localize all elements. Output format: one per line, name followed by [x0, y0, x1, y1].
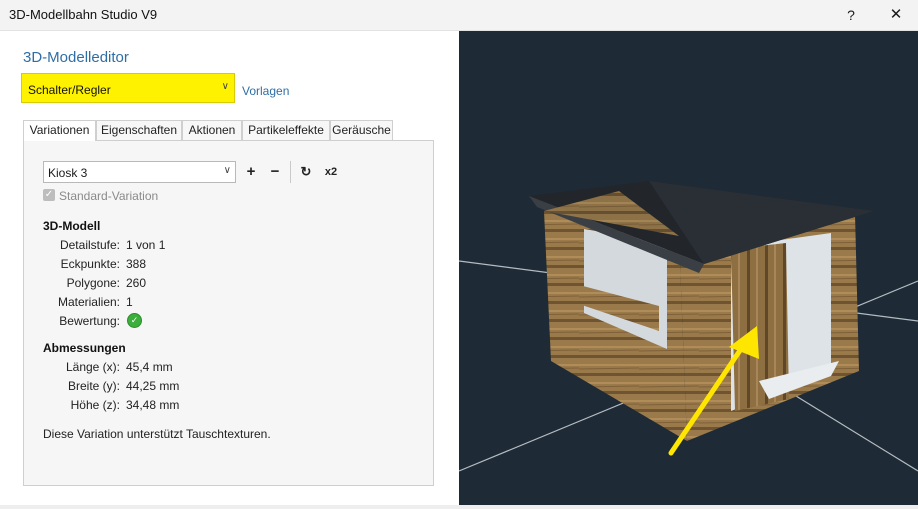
detail-level-value: 1 von 1 — [126, 238, 166, 252]
tab-sounds[interactable]: Geräusche — [330, 120, 393, 140]
category-dropdown[interactable]: Schalter/Regler ∨ — [21, 73, 235, 103]
templates-link[interactable]: Vorlagen — [242, 84, 289, 98]
model-section-title: 3D-Modell — [43, 219, 101, 233]
3d-viewport[interactable] — [458, 31, 918, 505]
check-circle-icon: ✓ — [127, 313, 142, 328]
tab-particle-effects[interactable]: Partikeleffekte — [242, 120, 330, 140]
width-value: 44,25 mm — [126, 379, 180, 393]
polygons-label: Polygone: — [66, 276, 120, 290]
editor-panel: 3D-Modelleditor Schalter/Regler ∨ Vorlag… — [0, 31, 459, 505]
tab-properties[interactable]: Eigenschaften — [96, 120, 182, 140]
height-label: Höhe (z): — [70, 398, 120, 412]
standard-variation-label: Standard-Variation — [59, 189, 159, 203]
duplicate-variation-button[interactable]: x2 — [320, 161, 342, 183]
standard-variation-checkbox[interactable]: ✓ — [43, 189, 55, 201]
polygons-value: 260 — [126, 276, 147, 290]
texture-note: Diese Variation unterstützt Tauschtextur… — [43, 427, 271, 441]
chevron-down-icon: ∨ — [221, 81, 229, 92]
kiosk-3d-model — [458, 181, 918, 472]
editor-heading: 3D-Modelleditor — [23, 49, 129, 66]
window-footer — [0, 505, 918, 509]
refresh-icon[interactable]: ↻ — [295, 161, 317, 183]
close-button[interactable]: ✕ — [882, 3, 910, 27]
height-value: 34,48 mm — [126, 398, 180, 412]
tab-actions[interactable]: Aktionen — [182, 120, 242, 140]
length-value: 45,4 mm — [126, 360, 173, 374]
tab-variations[interactable]: Variationen — [23, 120, 96, 141]
vertices-label: Eckpunkte: — [60, 257, 120, 271]
help-button[interactable]: ? — [838, 3, 864, 27]
dimensions-section-title: Abmessungen — [43, 341, 126, 355]
toolbar-divider — [290, 161, 291, 183]
variation-dropdown[interactable]: Kiosk 3 ∨ — [43, 161, 236, 183]
vertices-value: 388 — [126, 257, 147, 271]
remove-variation-button[interactable]: − — [264, 161, 286, 183]
width-label: Breite (y): — [67, 379, 120, 393]
chevron-down-icon: ∨ — [223, 165, 231, 176]
materials-label: Materialien: — [57, 295, 120, 309]
rating-label: Bewertung: — [59, 314, 120, 328]
variations-panel: Kiosk 3 ∨ + − ↻ x2 ✓ Standard-Variation … — [23, 140, 434, 486]
materials-value: 1 — [126, 295, 133, 309]
detail-level-label: Detailstufe: — [59, 238, 120, 252]
length-label: Länge (x): — [65, 360, 120, 374]
title-bar: 3D-Modellbahn Studio V9 ? ✕ — [0, 0, 918, 31]
variation-value: Kiosk 3 — [48, 166, 88, 180]
category-value: Schalter/Regler — [28, 83, 111, 97]
add-variation-button[interactable]: + — [240, 161, 262, 183]
window-title: 3D-Modellbahn Studio V9 — [9, 7, 158, 22]
